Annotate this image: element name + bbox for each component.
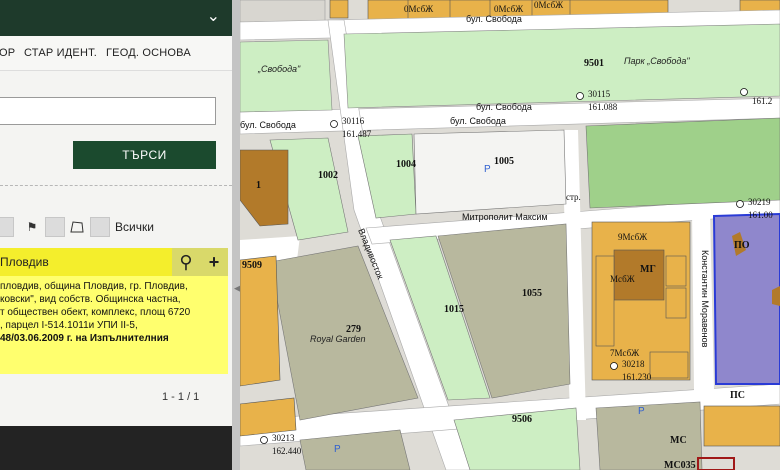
building-southwest[interactable] — [240, 397, 297, 437]
parcel-label: 7МсбЖ — [610, 348, 640, 358]
result-line: пловдив, община Пловдив, гр. Пловдив, — [0, 281, 188, 292]
parcel-green-east[interactable] — [585, 117, 780, 209]
search-tabs: ОР СТАР ИДЕНТ. ГЕОД. ОСНОВА — [0, 36, 232, 71]
parcel-label: 9509 — [242, 260, 262, 271]
tool-square-icon[interactable] — [0, 217, 14, 237]
tab-old-identifier[interactable]: СТАР ИДЕНТ. — [24, 47, 97, 59]
parcel-label: 1015 — [444, 304, 464, 315]
svg-text:161.2: 161.2 — [752, 96, 772, 106]
map-canvas[interactable]: бул. Свобода бул. Свобода бул. Свобода б… — [240, 0, 780, 470]
pager: 1 - 1 / 1 — [162, 391, 200, 403]
parcel-label: МсбЖ — [610, 274, 636, 284]
add-icon[interactable]: + — [200, 248, 228, 276]
park-label: Royal Garden — [310, 334, 366, 344]
search-input[interactable] — [0, 97, 216, 125]
parcel-label: 0МсбЖ — [404, 4, 434, 14]
parking-icon: P — [638, 406, 645, 417]
svg-text:30116: 30116 — [342, 116, 365, 126]
parcel-label: 9501 — [584, 58, 604, 69]
all-label[interactable]: Всички — [115, 220, 154, 234]
result-details: пловдив, община Пловдив, гр. Пловдив, ко… — [0, 276, 228, 374]
tool-rectangle-icon[interactable] — [45, 217, 65, 237]
parcel-label: 0МсбЖ — [534, 0, 564, 10]
result-title: Пловдив — [0, 255, 49, 269]
tab-geodetic-base[interactable]: ГЕОД. ОСНОВА — [106, 47, 191, 59]
parcel-label: 279 — [346, 324, 361, 335]
zoom-to-icon[interactable]: ⚲ — [172, 248, 200, 276]
svg-text:30115: 30115 — [588, 89, 611, 99]
street-label: Константин Моравенов — [700, 250, 710, 348]
parcel-label: 1004 — [396, 159, 416, 170]
parcel-label: 0МсбЖ — [494, 4, 524, 14]
svg-text:30218: 30218 — [622, 359, 645, 369]
parcel-label: 1002 — [318, 170, 338, 181]
building-top[interactable] — [329, 0, 349, 19]
park-label: Парк „Свобода" — [624, 56, 690, 66]
result-line: т обществен обект, комплекс, площ 6720 — [0, 307, 191, 318]
chevron-down-icon[interactable]: ⌄ — [207, 9, 220, 25]
street-label: бул. Свобода — [476, 102, 532, 112]
parcel-label: 1005 — [494, 156, 514, 167]
svg-text:161.487: 161.487 — [342, 129, 372, 139]
parcel-label: 1055 — [522, 288, 542, 299]
svg-text:30213: 30213 — [272, 433, 295, 443]
street-label: бул. Свобода — [466, 14, 522, 24]
parking-icon: P — [484, 164, 491, 175]
parcel-label: МС — [670, 435, 687, 446]
parcel-label: 9МсбЖ — [618, 232, 648, 242]
result-line: 48/03.06.2009 г. на Изпълнителния — [0, 333, 169, 344]
parcel-label: 1 — [256, 180, 261, 191]
result-line: ковски", вид собств. Общинска частна, — [0, 294, 181, 305]
parcel-label: ПО — [734, 240, 750, 251]
park-label: „Свобода" — [257, 64, 301, 74]
panel-header: ⌄ — [0, 0, 232, 36]
parcel-label: 9506 — [512, 414, 532, 425]
panel-footer — [0, 426, 232, 470]
svg-text:161.230: 161.230 — [622, 372, 652, 382]
building-west[interactable] — [240, 255, 281, 387]
svg-text:30219: 30219 — [748, 197, 771, 207]
svg-text:161.088: 161.088 — [588, 102, 618, 112]
tool-select-all-icon[interactable] — [90, 217, 110, 237]
parcel-park-west[interactable] — [240, 39, 333, 113]
tab-number[interactable]: ОР — [0, 47, 15, 59]
parcel-label: МГ — [640, 264, 656, 275]
divider — [0, 185, 232, 186]
svg-text:162.440: 162.440 — [272, 446, 302, 456]
polygon-icon[interactable] — [67, 217, 87, 237]
parking-icon: P — [334, 444, 341, 455]
search-panel: ⌄ ОР СТАР ИДЕНТ. ГЕОД. ОСНОВА ТЪРСИ ⚑ Вс… — [0, 0, 232, 470]
panel-splitter[interactable]: ◀ — [232, 0, 241, 470]
svg-text:161.00: 161.00 — [748, 210, 773, 220]
street-label: бул. Свобода — [450, 116, 506, 126]
cadastral-map[interactable]: бул. Свобода бул. Свобода бул. Свобода б… — [240, 0, 780, 470]
building-southeast[interactable] — [703, 405, 780, 447]
parcel-label: МС035 — [664, 460, 696, 470]
parcel-9501-park[interactable] — [343, 23, 780, 109]
search-button[interactable]: ТЪРСИ — [73, 141, 216, 169]
parcel-top-left[interactable] — [240, 0, 326, 23]
parcel-label: ПС — [730, 390, 745, 401]
street-label: бул. Свобода — [240, 120, 296, 130]
street-label: Митрополит Максим — [462, 212, 548, 222]
parcel-label: стр. — [566, 192, 581, 202]
flag-icon[interactable]: ⚑ — [22, 217, 42, 237]
result-line: , парцел I-514.1011и УПИ II-5, — [0, 320, 138, 331]
